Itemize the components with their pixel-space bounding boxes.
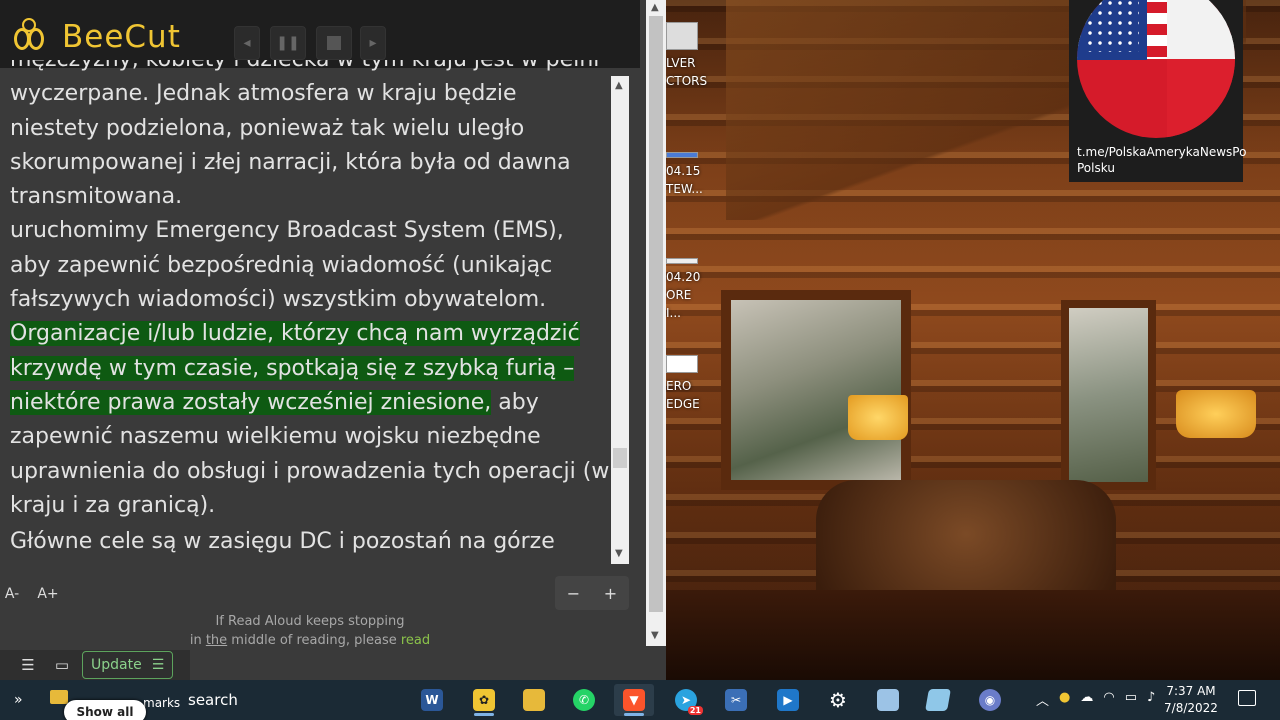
volume-icon[interactable]: ♪ bbox=[1147, 690, 1155, 709]
chevron-up-icon[interactable]: ︿ bbox=[1036, 690, 1049, 709]
recorder-bar: BeeCut ◂ ❚❚ ▸ bbox=[0, 0, 640, 68]
settings-app[interactable]: ⚙ bbox=[818, 684, 858, 716]
disc-icon: ◉ bbox=[979, 689, 1001, 711]
bee-icon bbox=[10, 18, 54, 56]
gear-icon: ⚙ bbox=[829, 688, 847, 712]
read-link[interactable]: read bbox=[401, 633, 430, 648]
wifi-icon[interactable]: ◠ bbox=[1103, 690, 1114, 709]
help-notice: If Read Aloud keeps stopping in the midd… bbox=[189, 614, 431, 648]
scroll-down-icon[interactable]: ▼ bbox=[615, 548, 623, 559]
pause-button[interactable]: ❚❚ bbox=[270, 26, 306, 60]
play-icon: ▶ bbox=[777, 689, 799, 711]
text-scrollbar[interactable]: ▲ ▼ bbox=[611, 76, 629, 564]
video-app[interactable]: ▶ bbox=[768, 684, 808, 716]
stop-button[interactable] bbox=[316, 26, 352, 60]
menu-icon: ☰ bbox=[151, 657, 165, 673]
control-panel-icon bbox=[877, 689, 899, 711]
desktop-icon-silver-doctors[interactable]: LVER CTORS bbox=[666, 22, 707, 90]
scroll-thumb[interactable] bbox=[613, 448, 627, 468]
control-panel-app[interactable] bbox=[868, 684, 908, 716]
pause-icon: ❚❚ bbox=[276, 35, 300, 51]
text-paragraph: Główne cele są w zasięgu DC i pozostań n… bbox=[10, 529, 555, 555]
update-button[interactable]: Update ☰ bbox=[82, 651, 174, 679]
status-dot-icon[interactable]: ● bbox=[1059, 690, 1070, 709]
word-icon: W bbox=[421, 689, 443, 711]
word-app[interactable]: W bbox=[412, 684, 452, 716]
battery-icon[interactable]: ▭ bbox=[1125, 690, 1137, 709]
font-increase-button[interactable]: A+ bbox=[30, 580, 66, 608]
media-app[interactable]: ◉ bbox=[970, 684, 1010, 716]
brave-app[interactable]: ▼ bbox=[614, 684, 654, 716]
playlist-icon[interactable]: ☰ bbox=[14, 653, 42, 677]
notification-icon[interactable] bbox=[1238, 690, 1256, 706]
zoom-controls: − + bbox=[555, 576, 629, 610]
page-scroll-up-icon[interactable]: ▲ bbox=[651, 2, 659, 13]
file-explorer-app[interactable] bbox=[514, 684, 554, 716]
reader-toolbar: ☰ ▭ Update ☰ bbox=[0, 650, 190, 680]
folder-icon[interactable] bbox=[50, 690, 68, 704]
notes-app[interactable] bbox=[918, 684, 958, 716]
brand-name: BeeCut bbox=[62, 19, 181, 55]
cloud-icon[interactable]: ☁ bbox=[1080, 690, 1093, 709]
forward-button[interactable]: ▸ bbox=[360, 26, 386, 60]
chevron-right-icon[interactable]: » bbox=[14, 692, 23, 708]
text-paragraph: mężczyzny, kobiety i dziecka w tym kraju… bbox=[10, 60, 599, 210]
desktop-icon-zero-hedge[interactable]: ERO EDGE bbox=[666, 355, 706, 413]
system-tray: ︿ ● ☁ ◠ ▭ ♪ bbox=[1036, 690, 1155, 709]
taskbar: » marks Show all search W ✿ ✆ ▼ ➤ 21 ✂ ▶ … bbox=[0, 680, 1280, 720]
page-scrollbar[interactable]: ▲ ▼ bbox=[646, 0, 666, 646]
clock[interactable]: 7:37 AM 7/8/2022 bbox=[1160, 683, 1222, 717]
font-decrease-button[interactable]: A- bbox=[0, 580, 30, 608]
whatsapp-app[interactable]: ✆ bbox=[564, 684, 604, 716]
page-scroll-thumb[interactable] bbox=[649, 16, 663, 612]
zoom-out-button[interactable]: − bbox=[567, 584, 580, 603]
whatsapp-icon: ✆ bbox=[573, 689, 595, 711]
us-poland-flag-icon bbox=[1077, 0, 1235, 138]
telegram-app[interactable]: ➤ 21 bbox=[666, 684, 706, 716]
search-box[interactable]: search bbox=[188, 691, 238, 709]
window-icon[interactable]: ▭ bbox=[48, 653, 76, 677]
rewind-button[interactable]: ◂ bbox=[234, 26, 260, 60]
notes-icon bbox=[925, 689, 951, 711]
desktop-icon-video-0415[interactable]: 04.15 TEW... bbox=[666, 152, 706, 198]
beecut-logo: BeeCut bbox=[10, 18, 181, 56]
channel-overlay: t.me/PolskaAmerykaNewsPo Polsku bbox=[1069, 0, 1246, 182]
show-all-tooltip[interactable]: Show all bbox=[64, 700, 146, 720]
read-aloud-panel: BeeCut ◂ ❚❚ ▸ mężczyzny, kobiety i dziec… bbox=[0, 0, 666, 680]
reading-text: mężczyzny, kobiety i dziecka w tym kraju… bbox=[10, 60, 610, 565]
beecut-app[interactable]: ✿ bbox=[464, 684, 504, 716]
folder-app-icon bbox=[523, 689, 545, 711]
zoom-in-button[interactable]: + bbox=[604, 584, 617, 603]
stop-icon bbox=[327, 36, 341, 50]
page-scroll-down-icon[interactable]: ▼ bbox=[651, 630, 659, 641]
desktop-icon-video-0420[interactable]: 04.20 ORE I... bbox=[666, 258, 706, 322]
brave-icon: ▼ bbox=[623, 689, 645, 711]
snipping-tool-app[interactable]: ✂ bbox=[716, 684, 756, 716]
scissors-icon: ✂ bbox=[725, 689, 747, 711]
text-paragraph: Organizacje i/lub ludzie, którzy chcą na… bbox=[10, 321, 610, 518]
telegram-icon: ➤ 21 bbox=[675, 689, 703, 715]
bee-app-icon: ✿ bbox=[473, 689, 495, 711]
scroll-up-icon[interactable]: ▲ bbox=[615, 80, 623, 91]
channel-url: t.me/PolskaAmerykaNewsPo Polsku bbox=[1077, 145, 1247, 175]
text-paragraph: uruchomimy Emergency Broadcast System (E… bbox=[10, 218, 564, 313]
